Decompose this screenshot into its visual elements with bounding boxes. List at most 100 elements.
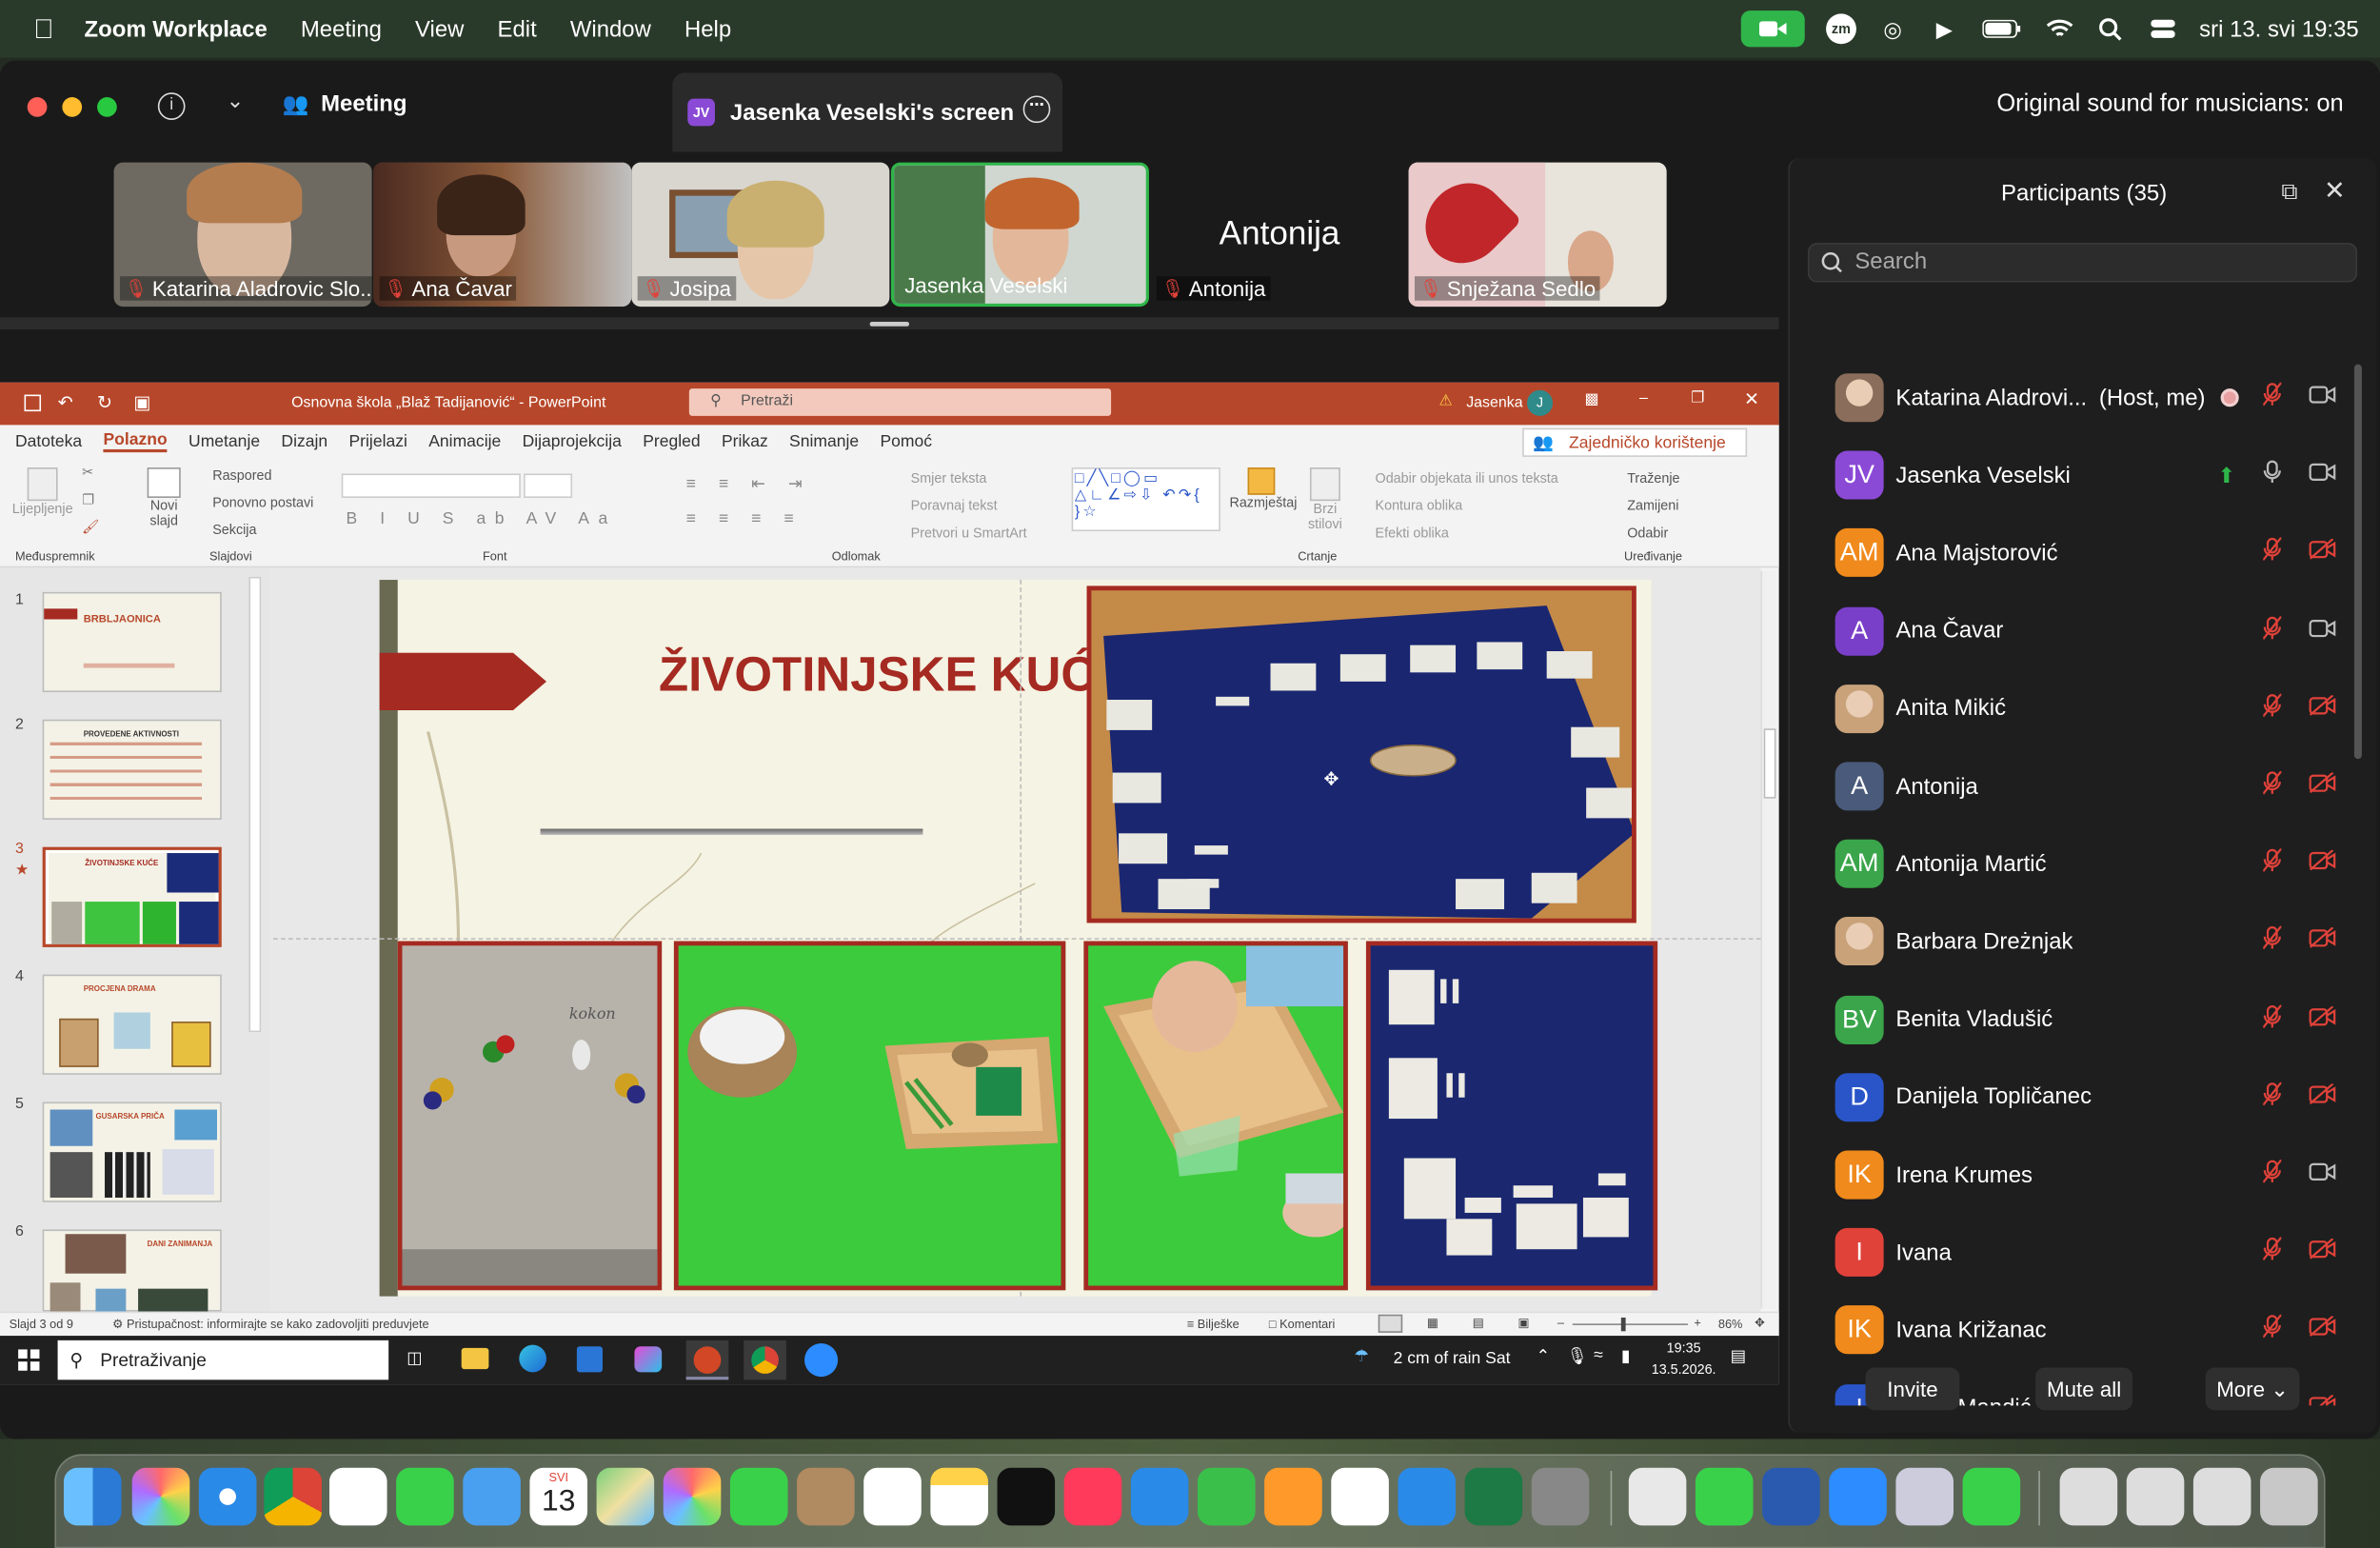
store-icon[interactable] xyxy=(576,1346,603,1373)
current-slide[interactable]: ŽIVOTINJSKE KUĆE kokon ✥ xyxy=(272,580,1761,1297)
participant-row[interactable]: AM Ana Majstorović xyxy=(1835,523,2351,584)
mic-muted-icon[interactable] xyxy=(2262,925,2283,957)
slide-thumbnail[interactable]: PROVEDENE AKTIVNOSTI xyxy=(42,719,222,820)
video-off-icon[interactable] xyxy=(2309,1316,2336,1344)
fit-slide-icon[interactable]: ✥ xyxy=(1755,1316,1765,1329)
align-icon[interactable]: ≡ ≡ ≡ ≡ xyxy=(686,510,803,528)
zotero-icon[interactable] xyxy=(328,1467,387,1526)
slide-thumbnail[interactable]: DANI ZANIMANJA xyxy=(42,1229,222,1314)
info-icon[interactable]: i xyxy=(157,92,186,120)
battery-icon[interactable] xyxy=(1981,13,2024,44)
video-icon[interactable] xyxy=(2309,1161,2336,1189)
comments-button[interactable]: □ Komentari xyxy=(1269,1318,1335,1331)
participants-scrollbar[interactable] xyxy=(2353,364,2362,760)
video-icon[interactable] xyxy=(2309,617,2336,645)
smartart-button[interactable]: Pretvori u SmartArt xyxy=(911,526,1027,541)
control-center-icon[interactable] xyxy=(2148,13,2178,44)
tab-help[interactable]: Pomoć xyxy=(880,432,932,450)
account-name[interactable]: Jasenka xyxy=(1466,395,1522,412)
tray-chevron-icon[interactable]: ⌃ xyxy=(1537,1346,1551,1366)
tv-icon[interactable] xyxy=(997,1467,1056,1526)
paste-button[interactable]: Lijepljenje xyxy=(12,467,73,516)
video-icon[interactable] xyxy=(2309,462,2336,489)
participant-row[interactable]: IK Irena Krumes xyxy=(1835,1144,2351,1205)
video-thumbnail[interactable]: Antonija 🎙 Antonija xyxy=(1150,162,1409,308)
slide-counter[interactable]: Slajd 3 od 9 xyxy=(10,1318,73,1331)
pages-icon[interactable] xyxy=(1264,1467,1322,1526)
tray-mic-icon[interactable]: 🎙 xyxy=(1566,1346,1587,1366)
trash-icon[interactable] xyxy=(2260,1467,2318,1526)
zoom-out-icon[interactable]: – xyxy=(1557,1316,1564,1329)
numbers-icon[interactable] xyxy=(1197,1467,1256,1526)
view-normal-icon[interactable] xyxy=(1378,1314,1403,1333)
mic-muted-icon[interactable] xyxy=(2262,1237,2283,1268)
facetime-icon[interactable] xyxy=(729,1467,788,1526)
text-direction-button[interactable]: Smjer teksta xyxy=(911,470,987,486)
tab-slideshow[interactable]: Dijaprojekcija xyxy=(523,432,622,450)
task-view-icon[interactable]: ◫ xyxy=(407,1348,423,1367)
participant-row[interactable]: IK Ivana Križanac xyxy=(1835,1300,2351,1360)
app-menu[interactable]: Zoom Workplace xyxy=(84,16,267,42)
freeform-icon[interactable] xyxy=(1331,1467,1389,1526)
participant-row[interactable]: BV Benita Vladušić xyxy=(1835,989,2351,1050)
meeting-menu[interactable]: 👥 Meeting xyxy=(283,91,407,117)
video-off-icon[interactable] xyxy=(2309,771,2336,801)
invite-button[interactable]: Invite xyxy=(1865,1367,1960,1411)
ribbon-display-icon[interactable]: ▩ xyxy=(1585,391,1599,408)
minimized-window-icon[interactable] xyxy=(2126,1467,2185,1526)
canvas-scrollbar[interactable] xyxy=(1760,570,1776,1309)
photo-blue-cloth-cards[interactable] xyxy=(1086,585,1636,923)
tab-design[interactable]: Dizajn xyxy=(281,432,327,450)
zoom-in-icon[interactable]: + xyxy=(1694,1316,1700,1329)
tab-animations[interactable]: Animacije xyxy=(428,432,501,450)
align-text-button[interactable]: Poravnaj tekst xyxy=(911,498,998,513)
original-sound-status[interactable]: Original sound for musicians: on xyxy=(1996,91,2343,119)
resize-handle[interactable] xyxy=(869,322,910,327)
tab-home[interactable]: Polazno xyxy=(103,431,168,453)
taskbar-search-box[interactable]: ⚲ Pretraživanje xyxy=(57,1340,389,1380)
font-tools-icon[interactable]: B I U S ab AV Aa xyxy=(347,510,617,528)
arrange-button[interactable]: Razmještaj xyxy=(1229,467,1297,510)
photo-blue-cloth-closeup[interactable] xyxy=(1365,941,1658,1291)
copilot-icon[interactable] xyxy=(634,1346,663,1373)
whatsapp-icon[interactable] xyxy=(1695,1467,1754,1526)
slide-thumbnail[interactable]: PROCJENA DRAMA xyxy=(42,974,222,1075)
close-window-button[interactable] xyxy=(27,97,48,117)
mic-muted-icon[interactable] xyxy=(2262,614,2283,646)
mic-muted-icon[interactable] xyxy=(2262,1081,2283,1112)
share-button[interactable]: 👥 Zajedničko korištenje xyxy=(1522,427,1748,457)
chrome-taskbar-icon[interactable] xyxy=(744,1340,786,1380)
taskbar-time[interactable]: 19:35 xyxy=(1667,1340,1701,1356)
edge-icon[interactable] xyxy=(519,1344,546,1373)
mute-all-button[interactable]: Mute all xyxy=(2035,1367,2133,1411)
word-icon[interactable] xyxy=(1762,1467,1820,1526)
zoom-icon[interactable] xyxy=(1829,1467,1887,1526)
cut-icon[interactable]: ✂ xyxy=(82,465,93,482)
mic-muted-icon[interactable] xyxy=(2262,847,2283,880)
menu-window[interactable]: Window xyxy=(570,16,651,42)
participant-row[interactable]: Katarina Aladrovi... (Host, me) xyxy=(1835,367,2351,428)
photo-child-hands-tray[interactable] xyxy=(1083,941,1348,1291)
zoom-slider[interactable] xyxy=(1572,1317,1688,1332)
zoom-percent[interactable]: 86% xyxy=(1718,1318,1743,1331)
view-slideshow-icon[interactable]: ▣ xyxy=(1517,1316,1529,1329)
reminders-icon[interactable] xyxy=(863,1467,922,1526)
tab-transitions[interactable]: Prijelazi xyxy=(348,432,407,450)
zoom-slider-thumb[interactable] xyxy=(1620,1317,1626,1332)
notification-icon[interactable]: ▤ xyxy=(1731,1346,1747,1366)
weather-text[interactable]: 2 cm of rain Sat xyxy=(1394,1349,1511,1367)
keynote-icon[interactable] xyxy=(1130,1467,1189,1526)
launchpad-icon[interactable] xyxy=(131,1467,190,1526)
view-reading-icon[interactable]: ▤ xyxy=(1473,1316,1484,1329)
photo-board-butterflies[interactable]: kokon xyxy=(397,941,663,1291)
mic-icon[interactable] xyxy=(2263,460,2281,490)
minimized-window-icon[interactable] xyxy=(2192,1467,2251,1526)
excel-icon[interactable] xyxy=(1464,1467,1523,1526)
participant-row[interactable]: AM Antonija Martić xyxy=(1835,834,2351,895)
tab-review[interactable]: Pregled xyxy=(643,432,700,450)
participant-row[interactable]: Barbara Dreżnjak xyxy=(1835,911,2351,972)
save-icon[interactable] xyxy=(24,394,42,412)
video-off-icon[interactable] xyxy=(2309,1238,2336,1266)
shape-outline-button[interactable]: Kontura oblika xyxy=(1376,498,1463,513)
calendar-icon[interactable]: SVI 13 xyxy=(529,1467,588,1526)
